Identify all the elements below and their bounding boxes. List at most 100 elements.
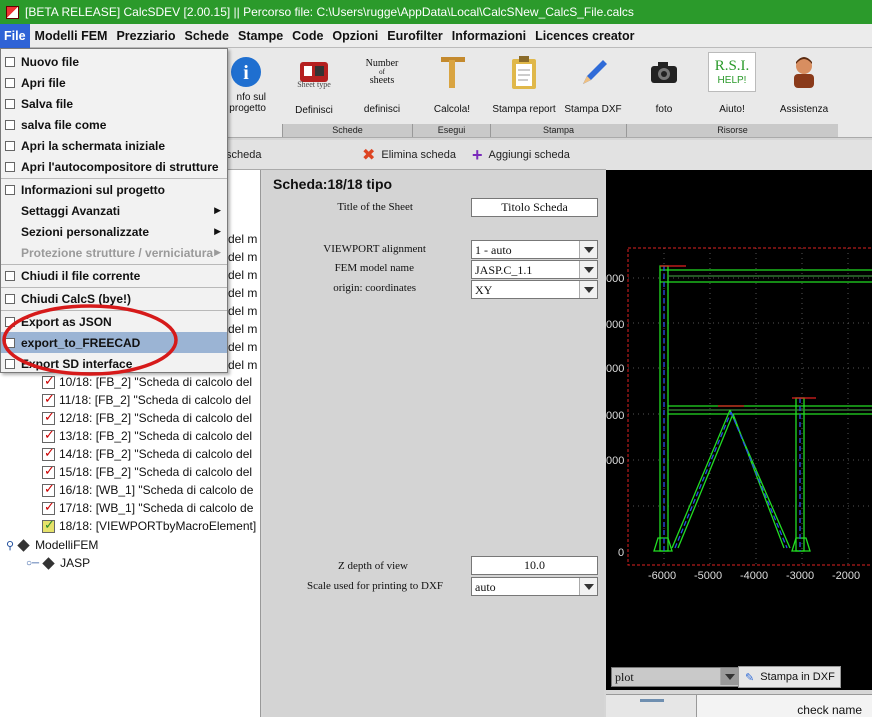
title-label: Title of the Sheet	[337, 201, 413, 213]
menu-stampe[interactable]: Stampe	[234, 24, 287, 48]
menu-item-icon	[5, 98, 15, 109]
menu-item-settaggi-avanzati[interactable]: Settaggi Avanzati ▶	[1, 200, 227, 221]
menu-licences-creator[interactable]: Licences creator	[531, 24, 638, 48]
tree-row[interactable]: del m	[228, 302, 257, 320]
info-label-1: nfo sul	[236, 92, 266, 103]
drawing-canvas[interactable]: 000 000 000 000 000 0 -6000 -5000 -4000 …	[606, 170, 872, 690]
check-name-header[interactable]: check name	[696, 695, 872, 717]
origin-value: XY	[475, 283, 493, 297]
elimina-scheda-label: Elimina scheda	[381, 149, 456, 161]
info-label-2: progetto	[229, 103, 266, 114]
menu-item-nuovo-file[interactable]: Nuovo file	[1, 51, 227, 72]
definisci-number-tool[interactable]: Number of sheets definisci	[353, 52, 411, 115]
scale-value: auto	[475, 580, 496, 594]
tree-row[interactable]: del m	[228, 320, 257, 338]
aiuto-tool[interactable]: R.S.I. HELP! Aiuto!	[706, 52, 758, 115]
stampa-in-dxf-button[interactable]: ✎ Stampa in DXF	[738, 666, 841, 688]
tree-row-label: 13/18: [FB_2] "Scheda di calcolo del	[59, 429, 253, 443]
sheet-heading: Scheda:18/18 tipo	[273, 176, 393, 192]
zdepth-field[interactable]: 10.0	[471, 556, 598, 575]
foto-tool[interactable]: foto	[640, 52, 688, 115]
stampa-report-tool[interactable]: Stampa report	[490, 52, 558, 115]
tree-row[interactable]: 12/18: [FB_2] "Scheda di calcolo del	[42, 409, 252, 427]
menu-item-icon	[5, 119, 15, 130]
tree-row[interactable]: 14/18: [FB_2] "Scheda di calcolo del	[42, 445, 252, 463]
menu-item-apri-file[interactable]: Apri file	[1, 72, 227, 93]
checked-icon	[42, 427, 55, 443]
menu-item-chiudi-calcs[interactable]: Chiudi CalcS (bye!)	[1, 288, 227, 309]
chevron-down-icon[interactable]	[720, 668, 738, 685]
menu-schede[interactable]: Schede	[181, 24, 233, 48]
menu-item-export-freecad[interactable]: export_to_FREECAD	[1, 332, 227, 353]
chevron-down-icon[interactable]	[579, 281, 597, 298]
tree-row[interactable]: del m	[228, 356, 257, 374]
tree-row-selected[interactable]: 18/18: [VIEWPORTbyMacroElement]	[42, 517, 256, 535]
group-risorse: Risorse	[626, 124, 838, 137]
menu-item-informazioni-progetto[interactable]: Informazioni sul progetto	[1, 179, 227, 200]
menu-code[interactable]: Code	[288, 24, 327, 48]
clipboard-icon	[506, 52, 542, 92]
tree-row[interactable]: 17/18: [WB_1] "Scheda di calcolo de	[42, 499, 253, 517]
menu-item-icon	[5, 56, 15, 67]
tree-node-jasp[interactable]: ○─ JASP	[26, 554, 90, 572]
fem-model-select[interactable]: JASP.C_1.1	[471, 260, 598, 279]
menu-modelli-fem[interactable]: Modelli FEM	[31, 24, 112, 48]
menu-item-icon	[5, 184, 15, 195]
partial-sheet-button[interactable]: scheda	[226, 145, 261, 165]
tree-row[interactable]: 15/18: [FB_2] "Scheda di calcolo del	[42, 463, 252, 481]
menu-item-salva-file-come[interactable]: salva file come	[1, 114, 227, 135]
plot-mode-select[interactable]: plot	[611, 667, 739, 687]
rsi-help-icon: R.S.I. HELP!	[708, 52, 756, 92]
panel-handle[interactable]	[640, 699, 664, 702]
origin-select[interactable]: XY	[471, 280, 598, 299]
scale-select[interactable]: auto	[471, 577, 598, 596]
sheet-properties-panel: Scheda:18/18 tipo Title of the Sheet Tit…	[263, 170, 604, 717]
tree-node-modelli-fem[interactable]: ⚲ ModelliFEM	[6, 536, 98, 554]
tree-row[interactable]: 11/18: [FB_2] "Scheda di calcolo del	[42, 391, 251, 409]
checked-icon	[42, 481, 55, 497]
canvas-toolbar	[606, 140, 872, 170]
menu-eurofilter[interactable]: Eurofilter	[383, 24, 447, 48]
cube-icon	[17, 538, 30, 552]
tree-node-label: ModelliFEM	[35, 538, 99, 552]
app-icon	[6, 5, 19, 19]
menu-item-export-json[interactable]: Export as JSON	[1, 311, 227, 332]
menu-item-export-sd-interface[interactable]: Export SD interface	[1, 353, 227, 374]
menu-informazioni[interactable]: Informazioni	[448, 24, 530, 48]
menu-item-label: Apri file	[21, 75, 66, 90]
definisci-sheet-type-tool[interactable]: Sheet type Definisci	[284, 52, 344, 116]
tree-row[interactable]: 13/18: [FB_2] "Scheda di calcolo del	[42, 427, 252, 445]
calcola-tool[interactable]: Calcola!	[425, 52, 479, 115]
chevron-down-icon[interactable]	[579, 261, 597, 278]
tree-row[interactable]: 10/18: [FB_2] "Scheda di calcolo del	[42, 373, 252, 391]
menu-item-sezioni-personalizzate[interactable]: Sezioni personalizzate ▶	[1, 221, 227, 242]
y-tick-label: 000	[606, 363, 624, 375]
sheet-title-field[interactable]: Titolo Scheda	[471, 198, 598, 217]
menu-item-schermata-iniziale[interactable]: Apri la schermata iniziale	[1, 135, 227, 156]
viewport-value: 1 - auto	[475, 243, 512, 257]
y-tick-label: 000	[606, 319, 624, 331]
menu-item-salva-file[interactable]: Salva file	[1, 93, 227, 114]
menu-prezziario[interactable]: Prezziario	[112, 24, 179, 48]
x-tick-label: -5000	[694, 570, 722, 582]
menu-opzioni[interactable]: Opzioni	[328, 24, 382, 48]
elimina-scheda-button[interactable]: ✖ Elimina scheda	[362, 145, 456, 165]
assistenza-tool[interactable]: Assistenza	[776, 52, 832, 115]
chevron-down-icon[interactable]	[579, 578, 597, 595]
info-progetto-tool[interactable]: i nfo sul progetto	[222, 52, 270, 114]
menu-item-label: Export SD interface	[21, 356, 133, 371]
chevron-down-icon[interactable]	[579, 241, 597, 258]
menu-item-label: Apri l'autocompositore di strutture	[21, 159, 219, 174]
tree-row[interactable]: 16/18: [WB_1] "Scheda di calcolo de	[42, 481, 253, 499]
tree-row[interactable]: del m	[228, 338, 257, 356]
x-tick-label: -4000	[740, 570, 768, 582]
stampa-dxf-tool[interactable]: Stampa DXF	[562, 52, 624, 115]
viewport-alignment-select[interactable]: 1 - auto	[471, 240, 598, 259]
aggiungi-scheda-button[interactable]: + Aggiungi scheda	[472, 145, 570, 165]
menu-item-chiudi-file[interactable]: Chiudi il file corrente	[1, 265, 227, 286]
tree-row-label: 12/18: [FB_2] "Scheda di calcolo del	[59, 411, 253, 425]
menu-file[interactable]: File	[0, 23, 30, 48]
menu-item-icon	[5, 358, 15, 369]
plot-mode-value: plot	[615, 670, 634, 684]
menu-item-autocompositore[interactable]: Apri l'autocompositore di strutture	[1, 156, 227, 177]
